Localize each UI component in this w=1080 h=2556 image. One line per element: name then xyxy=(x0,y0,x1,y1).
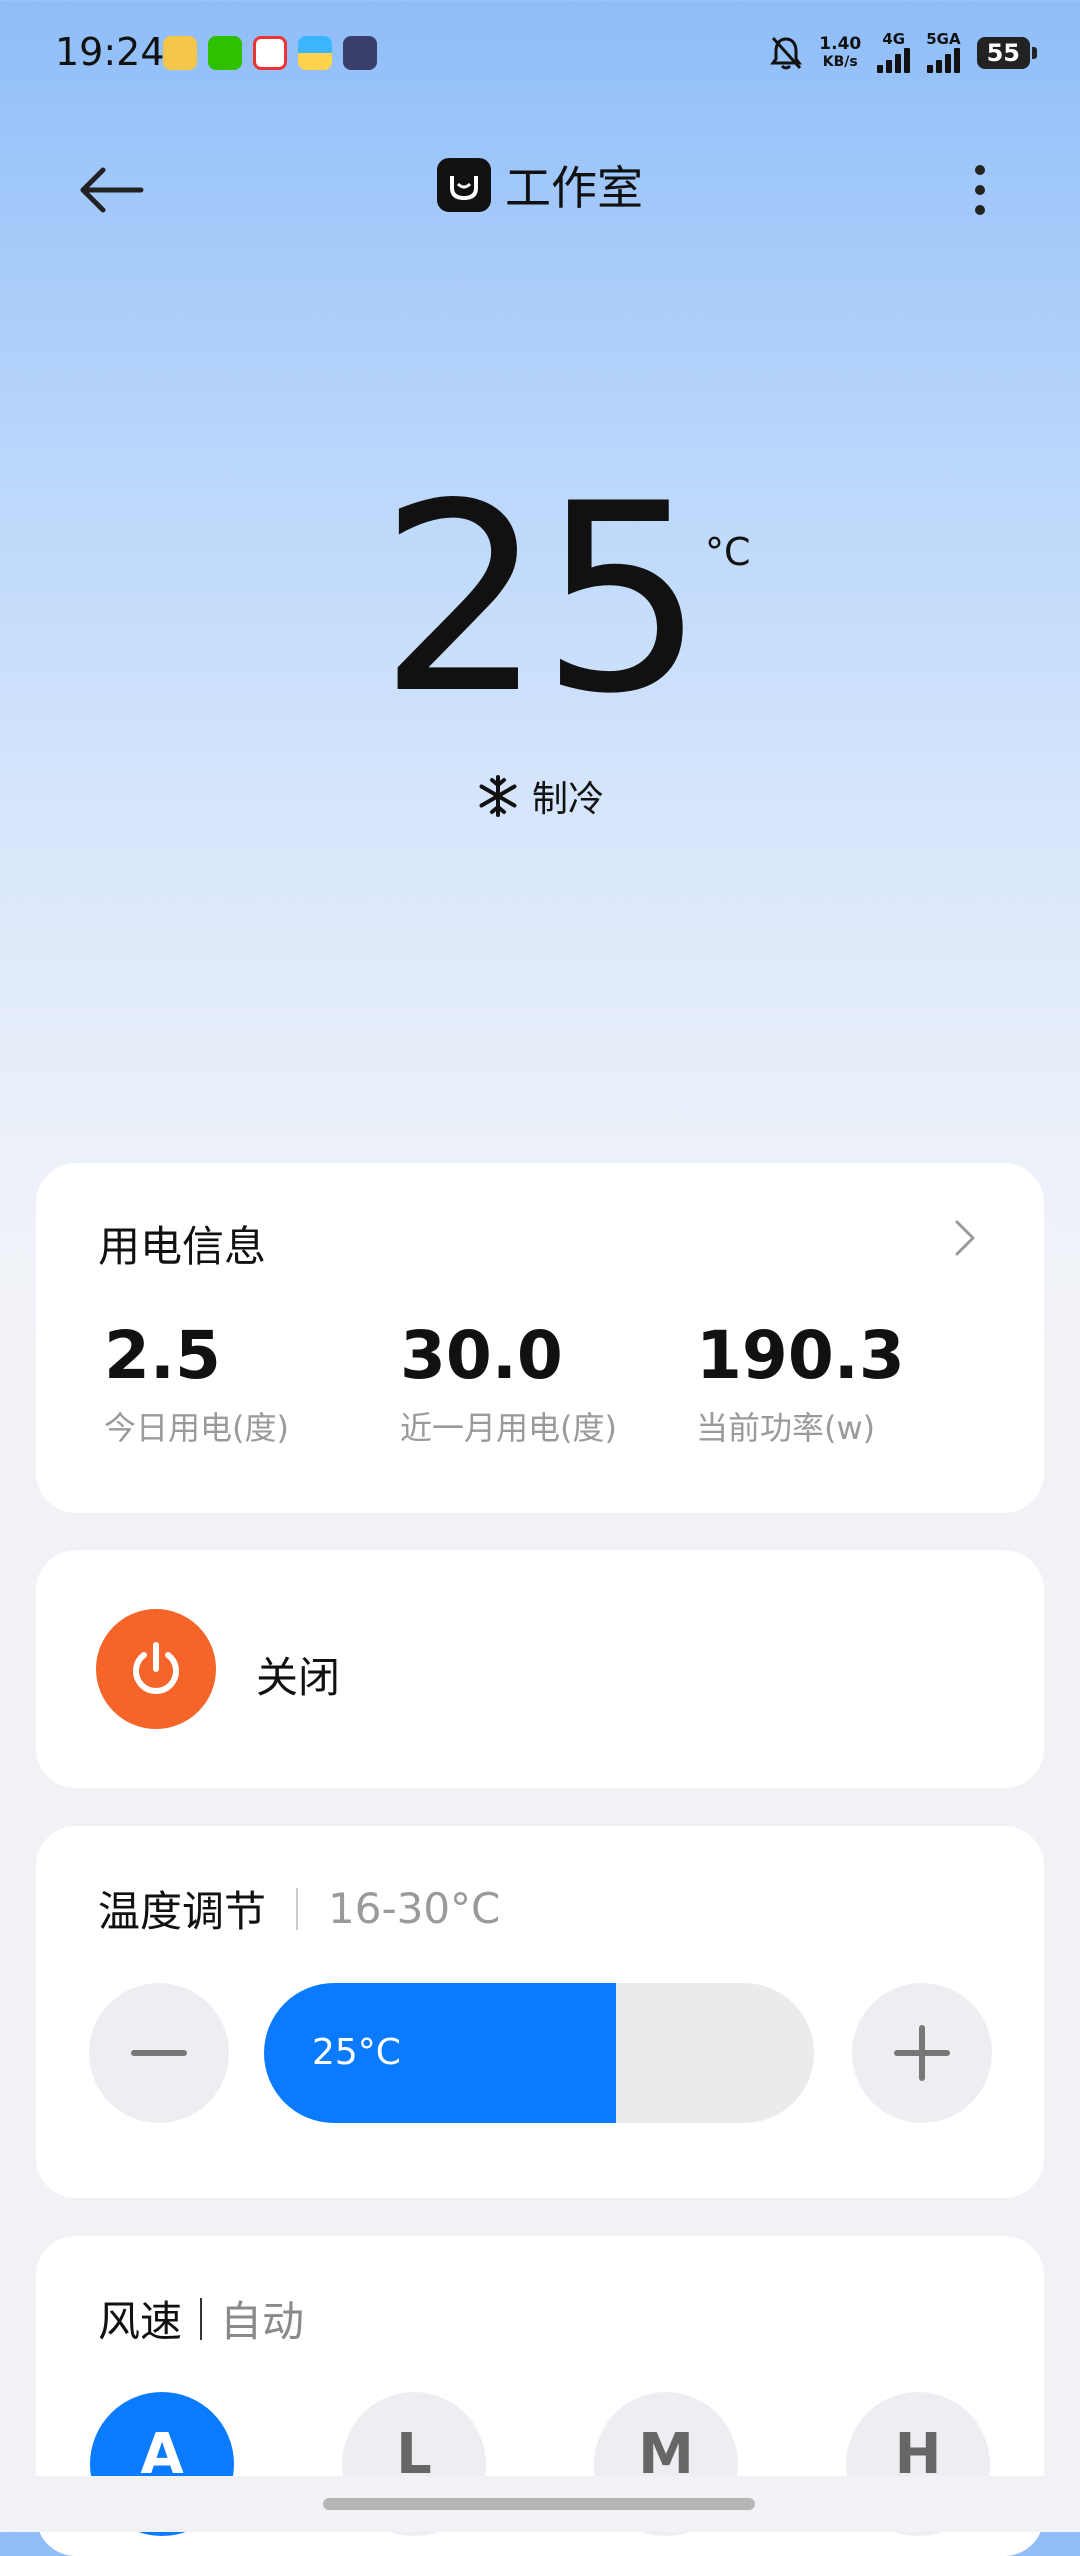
stat-value: 2.5 xyxy=(104,1317,221,1394)
temp-range: 16-30°C xyxy=(328,1884,501,1933)
snowflake-icon xyxy=(479,775,517,817)
decrease-temp-button[interactable] xyxy=(89,1983,229,2123)
weibo-icon xyxy=(163,36,197,70)
stat-label: 当前功率(w) xyxy=(696,1409,876,1447)
music-icon xyxy=(253,36,287,70)
title-divider xyxy=(200,2297,203,2340)
current-temperature: 25 xyxy=(378,449,706,751)
header-title-group: 工作室 xyxy=(0,152,1080,218)
fan-title: 风速 xyxy=(98,2297,183,2346)
page-title: 工作室 xyxy=(505,161,643,215)
title-divider xyxy=(296,1887,299,1930)
notification-app-icons xyxy=(163,36,377,70)
wechat-icon xyxy=(208,36,242,70)
home-indicator[interactable] xyxy=(323,2498,755,2510)
stat-value: 30.0 xyxy=(400,1317,563,1394)
energy-info-card[interactable]: 用电信息 2.5 今日用电(度) 30.0 近一月用电(度) 190.3 当前功… xyxy=(36,1163,1044,1513)
status-time: 19:24 xyxy=(55,30,165,74)
power-card: 关闭 xyxy=(36,1550,1044,1788)
stat-value: 190.3 xyxy=(696,1317,905,1394)
signal-5ga-label: 5GA xyxy=(926,30,961,48)
battery-indicator: 55 xyxy=(976,36,1038,69)
power-icon xyxy=(133,1642,179,1694)
increase-temp-button[interactable] xyxy=(852,1983,992,2123)
power-label: 关闭 xyxy=(256,1653,341,1702)
stat-label: 今日用电(度) xyxy=(104,1409,289,1447)
more-vertical-icon xyxy=(975,165,985,215)
energy-stat-power: 190.3 当前功率(w) xyxy=(696,1323,905,1449)
temperature-unit: °C xyxy=(705,530,751,574)
net-speed-value: 1.40 xyxy=(819,33,862,54)
fan-value: 自动 xyxy=(220,2297,305,2346)
chevron-right-icon xyxy=(955,1220,975,1256)
signal-bars-icon xyxy=(877,47,911,73)
signal-bars-icon xyxy=(926,47,960,73)
status-right: 1.40 KB/s 4G 5GA 55 xyxy=(769,30,1038,73)
net-speed-unit: KB/s xyxy=(822,53,858,70)
mode-indicator: 制冷 xyxy=(0,770,1080,822)
power-button[interactable] xyxy=(96,1609,216,1729)
energy-stat-month: 30.0 近一月用电(度) xyxy=(400,1323,617,1449)
more-options-button[interactable] xyxy=(950,150,1010,230)
energy-stat-today: 2.5 今日用电(度) xyxy=(104,1323,289,1449)
stat-label: 近一月用电(度) xyxy=(400,1409,617,1447)
mi-home-icon xyxy=(437,158,491,212)
bell-muted-icon xyxy=(770,36,803,69)
plus-icon xyxy=(894,2025,950,2081)
fan-header: 风速 自动 xyxy=(98,2288,304,2349)
signal-4g: 4G xyxy=(877,30,911,73)
temperature-control-card: 温度调节 16-30°C 25°C xyxy=(36,1826,1044,2198)
video-icon xyxy=(343,36,377,70)
signal-5ga: 5GA xyxy=(926,30,961,73)
temp-control-title: 温度调节 xyxy=(98,1887,267,1936)
slider-value: 25°C xyxy=(312,2032,401,2073)
mode-label: 制冷 xyxy=(531,779,604,820)
energy-card-title: 用电信息 xyxy=(98,1222,267,1271)
signal-4g-label: 4G xyxy=(882,30,906,48)
net-speed: 1.40 KB/s xyxy=(819,35,861,71)
temp-control-header: 温度调节 16-30°C xyxy=(98,1878,500,1939)
app-icon xyxy=(298,36,332,70)
minus-icon xyxy=(131,2050,187,2056)
temperature-slider[interactable]: 25°C xyxy=(264,1983,814,2123)
